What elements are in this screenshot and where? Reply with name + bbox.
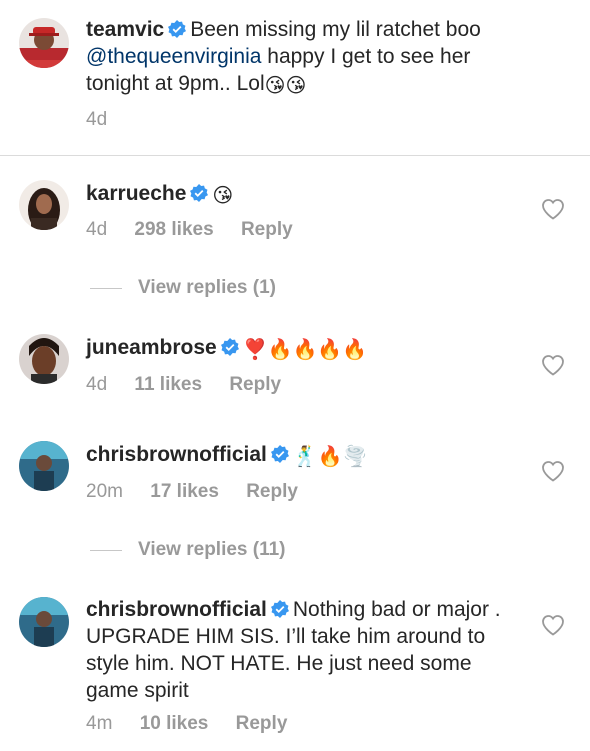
reply-button[interactable]: Reply [236, 713, 288, 734]
comment-likes[interactable]: 10 likes [140, 713, 209, 734]
view-replies-divider [90, 549, 122, 551]
comment-username[interactable]: chrisbrownofficial [86, 598, 267, 621]
heart-outline-icon[interactable] [541, 614, 565, 636]
verified-badge-icon [168, 18, 187, 38]
comment-username[interactable]: chrisbrownofficial [86, 443, 267, 466]
post-caption: teamvic Been missing my lil ratchet boo @… [0, 0, 590, 156]
avatar-chrisbrownofficial[interactable] [19, 441, 69, 491]
comment-emojis: ❣️🔥🔥🔥🔥 [242, 339, 368, 361]
comment-2-body: juneambrose ❣️🔥🔥🔥🔥 [86, 334, 516, 361]
comment-1-meta: 4d 298 likes Reply [86, 219, 315, 241]
verified-badge-icon [270, 598, 289, 618]
avatar-chrisbrownofficial[interactable] [19, 597, 69, 647]
heart-outline-icon[interactable] [541, 460, 565, 482]
caption-divider [0, 155, 590, 156]
view-replies-1[interactable]: View replies (1) [90, 277, 276, 299]
verified-badge-icon [270, 443, 289, 463]
comment-time[interactable]: 4d [86, 219, 107, 240]
comment-username[interactable]: juneambrose [86, 336, 217, 359]
comment-time[interactable]: 20m [86, 481, 123, 502]
reply-button[interactable]: Reply [229, 374, 281, 395]
comment-username[interactable]: karrueche [86, 182, 186, 205]
comment-1-body: karrueche 😘 [86, 180, 516, 207]
caption-emojis: 😘😘 [264, 75, 307, 97]
caption-meta: 4d [86, 109, 129, 131]
comment-emojis: 😘 [212, 185, 234, 207]
heart-outline-icon[interactable] [541, 354, 565, 376]
comment-likes[interactable]: 298 likes [134, 219, 213, 240]
view-replies-label[interactable]: View replies (11) [138, 539, 286, 561]
comment-4-meta: 4m 10 likes Reply [86, 713, 309, 735]
comment-3-body: chrisbrownofficial 🕺🔥🌪️ [86, 441, 516, 468]
view-replies-2[interactable]: View replies (11) [90, 539, 286, 561]
verified-badge-icon [190, 182, 209, 202]
heart-outline-icon[interactable] [541, 198, 565, 220]
caption-text-before: Been missing my lil ratchet boo [190, 18, 481, 41]
comment-emojis: 🕺🔥🌪️ [292, 446, 368, 468]
comment-likes[interactable]: 17 likes [150, 481, 219, 502]
comment-time[interactable]: 4m [86, 713, 112, 734]
reply-button[interactable]: Reply [246, 481, 298, 502]
comment-3-meta: 20m 17 likes Reply [86, 481, 320, 503]
view-replies-label[interactable]: View replies (1) [138, 277, 276, 299]
comment-time[interactable]: 4d [86, 374, 107, 395]
avatar-karrueche[interactable] [19, 180, 69, 230]
caption-time[interactable]: 4d [86, 109, 107, 130]
comment-likes[interactable]: 11 likes [134, 374, 202, 395]
comment-4-body: chrisbrownofficial Nothing bad or major .… [86, 596, 516, 704]
caption-username[interactable]: teamvic [86, 18, 164, 41]
avatar-teamvic[interactable] [19, 18, 69, 68]
avatar-juneambrose[interactable] [19, 334, 69, 384]
verified-badge-icon [220, 336, 239, 356]
caption-mention-link[interactable]: @thequeenvirginia [86, 45, 261, 68]
comment-2-meta: 4d 11 likes Reply [86, 374, 303, 396]
view-replies-divider [90, 287, 122, 289]
reply-button[interactable]: Reply [241, 219, 293, 240]
caption-body: teamvic Been missing my lil ratchet boo @… [86, 16, 516, 97]
